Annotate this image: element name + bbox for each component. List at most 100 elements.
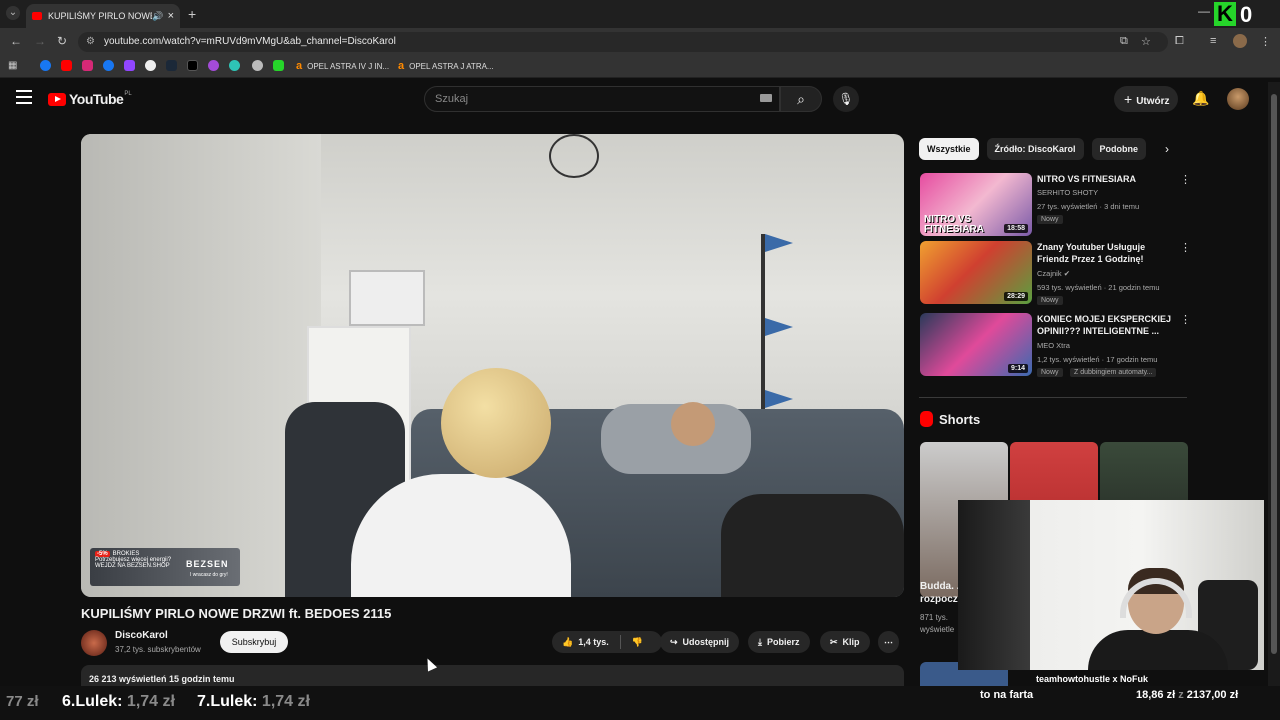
tab-title: KUPILIŚMY PIRLO NOWE D [48,11,152,21]
short-title[interactable]: Budda. . rozpocz [920,580,959,606]
voice-search-button[interactable]: 🎙 [833,86,859,112]
shorts-logo-icon [920,411,933,427]
account-avatar[interactable] [1227,88,1249,110]
minimize-window-icon[interactable]: — [1198,4,1210,18]
url-bar[interactable]: ⚙ youtube.com/watch?v=mRUVd9mVMgU&ab_cha… [78,32,1168,52]
close-tab-icon[interactable]: × [168,10,174,22]
ticker-item: 6.Lulek: 1,74 zł [62,693,175,710]
tab-search-icon[interactable]: ⌄ [6,6,20,20]
streamer-webcam-overlay [958,500,1264,670]
webcam-label: teamhowtohustle x NoFuk [1036,674,1149,684]
search-icon: ⌕ [797,91,805,107]
more-actions-button[interactable]: ⋯ [878,631,899,653]
shorts-heading: Shorts [920,411,980,427]
youtube-favicon-icon [32,12,42,20]
facebook-bookmark-icon[interactable] [103,60,114,71]
video-thumbnail[interactable]: 9:14 [920,313,1032,376]
sponsor-overlay: -5% BROKIES Potrzebujesz więcej energii? … [90,548,240,586]
youtube-play-icon [48,92,66,106]
ticker-goal-label: to na farta [980,689,1034,701]
filter-chips: Wszystkie Źródło: DiscoKarol Podobne [919,138,1147,160]
browser-menu-icon[interactable]: ⋮ [1260,35,1271,48]
speaker-icon[interactable]: 🔊 [152,11,163,22]
short-views: 871 tys. wyświetle [920,613,955,634]
subscribe-button[interactable]: Subskrybuj [220,631,288,653]
subscriber-count: 37,2 tys. subskrybentów [115,645,201,654]
chip-similar[interactable]: Podobne [1091,138,1147,160]
channel-name[interactable]: DiscoKarol [115,630,168,641]
whiteboard [349,270,425,326]
recommendation-item[interactable]: 28:29 Znany Youtuber Usługuje Friendz Pr… [920,241,1191,305]
search-button[interactable]: ⌕ [780,86,822,112]
ticker-goal-progress: 18,86 zł z 2137,00 zł [1136,689,1239,701]
recommendation-item[interactable]: 9:14 KONIEC MOJEJ EKSPERCKIEJ OPINII??? … [920,313,1191,377]
chip-all[interactable]: Wszystkie [919,138,979,160]
scrollbar-thumb[interactable] [1271,94,1277,654]
notifications-bell-icon[interactable]: 🔔 [1192,90,1209,107]
steam-bookmark-icon[interactable] [166,60,177,71]
forward-icon[interactable]: → [34,34,46,48]
plus-icon: + [1124,91,1133,107]
reload-icon[interactable]: ↻ [57,34,67,48]
like-count[interactable]: 1,4 tys. [578,631,609,653]
tip-bookmark-icon[interactable] [145,60,156,71]
url-text: youtube.com/watch?v=mRUVd9mVMgU&ab_chann… [104,36,396,47]
thumbs-down-icon[interactable]: 👎 [632,631,643,653]
more-icon: ⋯ [884,637,893,647]
share-icon: ↪ [670,637,678,647]
stream-counter: 0 [1240,2,1253,27]
browser-tab-active[interactable]: KUPILIŚMY PIRLO NOWE D 🔊 × [26,4,180,28]
channel-avatar[interactable] [81,630,107,656]
clip-button[interactable]: ✂ Klip [820,631,870,653]
video-thumbnail[interactable]: 28:29 [920,241,1032,304]
apps-grid-icon[interactable]: ▦ [8,60,19,71]
allegro-icon: a [398,60,405,72]
back-icon[interactable]: ← [10,34,22,48]
bookmark-icon-purple[interactable] [208,60,219,71]
apple-bookmark-icon[interactable] [252,60,263,71]
video-thumbnail[interactable]: NITRO VS FITNESIARA 18:58 [920,173,1032,236]
download-button[interactable]: ⤓ Pobierz [748,631,810,653]
twitch-bookmark-icon[interactable] [124,60,135,71]
youtube-logo[interactable]: YouTube PL [48,91,132,107]
messenger-bookmark-icon[interactable] [40,60,51,71]
guide-menu-icon[interactable] [16,90,32,104]
verified-icon: ✔ [1063,269,1070,278]
new-tab-icon[interactable]: + [188,6,196,22]
bookmark-star-icon[interactable]: ☆ [1141,35,1151,48]
allegro-icon: a [296,60,303,72]
video-title: KUPILIŚMY PIRLO NOWE DRZWI ft. BEDOES 21… [81,606,392,621]
download-icon: ⤓ [758,637,762,647]
install-app-icon[interactable]: ⧉ [1120,35,1128,48]
video-player[interactable]: -5% BROKIES Potrzebujesz więcej energii? … [81,134,904,597]
more-options-icon[interactable]: ⋮ [1180,313,1191,326]
scissors-icon: ✂ [830,637,838,647]
stream-k-logo: K [1214,2,1236,26]
extensions-icon[interactable]: ⧠ [1175,35,1184,48]
media-controls-icon[interactable]: ≡ [1210,35,1216,47]
search-input[interactable]: Szukaj [424,86,780,112]
bookmark-opel-1[interactable]: a OPEL ASTRA IV J IN... [296,60,389,72]
more-options-icon[interactable]: ⋮ [1180,241,1191,254]
chip-source[interactable]: Źródło: DiscoKarol [986,138,1084,160]
microphone-icon: 🎙 [838,92,854,106]
bookmark-opel-2[interactable]: a OPEL ASTRA J ATRA... [398,60,494,72]
keyboard-icon[interactable] [760,94,772,102]
like-dislike-group: 👍 1,4 tys. 👎 [552,631,662,653]
share-button[interactable]: ↪ Udostępnij [660,631,740,653]
more-options-icon[interactable]: ⋮ [1180,173,1191,186]
kick-bookmark-icon[interactable] [273,60,284,71]
instagram-bookmark-icon[interactable] [82,60,93,71]
donation-ticker [0,686,1280,720]
thumbs-up-icon[interactable]: 👍 [562,631,573,653]
site-info-icon[interactable]: ⚙ [86,32,95,52]
create-button[interactable]: + Utwórz [1114,86,1178,112]
tiktok-bookmark-icon[interactable] [187,60,198,71]
browser-profile-avatar[interactable] [1233,34,1247,48]
recommendation-item[interactable]: NITRO VS FITNESIARA 18:58 NITRO VS FITNE… [920,173,1191,237]
ceiling-lamp [549,134,599,178]
youtube-bookmark-icon[interactable] [61,60,72,71]
bookmark-icon-teal[interactable] [229,60,240,71]
chevron-right-icon[interactable]: › [1165,142,1169,156]
ticker-item: 7.Lulek: 1,74 zł [197,693,310,710]
